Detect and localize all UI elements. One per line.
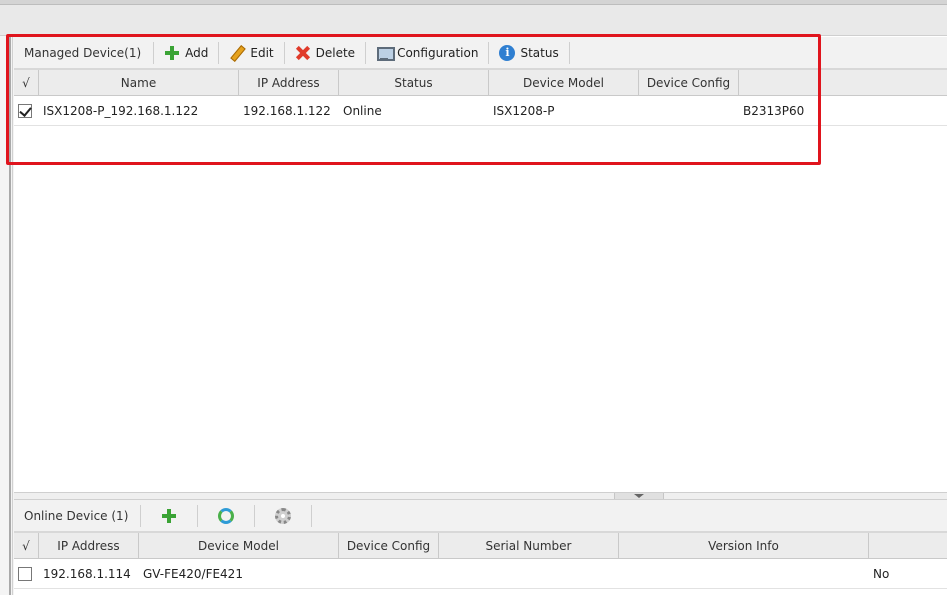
top-strip — [0, 0, 947, 5]
online-device-panel: Online Device (1) √ IP Address Device Mo… — [14, 500, 947, 595]
column-header-select[interactable]: √ — [14, 533, 39, 559]
edit-button[interactable]: Edit — [221, 41, 281, 65]
row-checkbox[interactable] — [18, 567, 32, 581]
cell-extra: B2313P60 — [743, 103, 805, 118]
managed-toolbar: Managed Device(1) Add Edit Delete Config… — [14, 37, 947, 69]
left-rail-line-inner — [12, 36, 13, 595]
column-header-device-config[interactable]: Device Config — [339, 533, 439, 559]
column-header-serial-number[interactable]: Serial Number — [439, 533, 619, 559]
column-header-select[interactable]: √ — [14, 70, 39, 96]
column-header-device-model[interactable]: Device Model — [139, 533, 339, 559]
cell-ip-address: 192.168.1.114 — [43, 566, 131, 581]
online-add-button[interactable] — [143, 504, 195, 528]
plus-icon — [164, 45, 180, 61]
cell-device-model: ISX1208-P — [493, 103, 555, 118]
cell-extra: No — [873, 566, 890, 581]
cell-version-info — [619, 559, 869, 589]
plus-icon — [161, 508, 177, 524]
configuration-button-label: Configuration — [397, 45, 479, 60]
splitter-collapse-handle[interactable] — [614, 493, 664, 499]
cell-ip-address: 192.168.1.122 — [243, 103, 331, 118]
column-header-status[interactable]: Status — [339, 70, 489, 96]
status-button[interactable]: Status — [491, 41, 566, 65]
cell-status: Online — [343, 103, 382, 118]
column-header-ip-address[interactable]: IP Address — [239, 70, 339, 96]
gear-icon — [275, 507, 292, 524]
column-header-device-model[interactable]: Device Model — [489, 70, 639, 96]
table-row[interactable]: ISX1208-P_192.168.1.122 192.168.1.122 On… — [14, 96, 947, 126]
edit-button-label: Edit — [250, 45, 274, 60]
cell-device-model: GV-FE420/FE421 — [143, 566, 243, 581]
cell-serial-number — [439, 559, 619, 589]
configuration-button[interactable]: Configuration — [368, 41, 486, 65]
info-icon — [499, 44, 516, 61]
delete-x-icon — [295, 45, 311, 61]
column-header-ip-address[interactable]: IP Address — [39, 533, 139, 559]
panel-splitter[interactable] — [14, 492, 947, 500]
toolbar-separator — [218, 41, 220, 64]
toolbar-separator — [311, 504, 313, 527]
column-header-name[interactable]: Name — [39, 70, 239, 96]
column-header-version-info[interactable]: Version Info — [619, 533, 869, 559]
row-checkbox[interactable] — [18, 104, 32, 118]
delete-button[interactable]: Delete — [287, 41, 363, 65]
managed-device-panel: Managed Device(1) Add Edit Delete Config… — [14, 37, 947, 492]
column-header-device-config[interactable]: Device Config — [639, 70, 739, 96]
toolbar-separator — [254, 504, 256, 527]
cell-name: ISX1208-P_192.168.1.122 — [43, 103, 199, 118]
left-rail-line — [9, 36, 11, 595]
left-rail — [0, 36, 14, 595]
row-select-cell — [14, 559, 39, 589]
status-button-label: Status — [520, 45, 559, 60]
pencil-icon — [229, 45, 245, 61]
refresh-icon — [218, 507, 235, 524]
delete-button-label: Delete — [315, 45, 356, 60]
toolbar-separator — [568, 41, 570, 64]
toolbar-separator — [153, 41, 155, 64]
add-button-label: Add — [185, 45, 209, 60]
table-row[interactable]: 192.168.1.114 GV-FE420/FE421 No — [14, 559, 947, 589]
toolbar-separator — [488, 41, 490, 64]
cell-device-config — [339, 559, 439, 589]
online-device-title: Online Device (1) — [24, 508, 129, 523]
toolbar-separator — [365, 41, 367, 64]
managed-device-title: Managed Device(1) — [24, 45, 142, 60]
row-select-cell — [14, 96, 39, 126]
online-toolbar: Online Device (1) — [14, 500, 947, 532]
toolbar-separator — [197, 504, 199, 527]
toolbar-separator — [283, 41, 285, 64]
cell-device-config — [639, 96, 739, 126]
add-button[interactable]: Add — [156, 41, 216, 65]
toolbar-separator — [140, 504, 142, 527]
top-bar — [0, 0, 947, 36]
online-table-header: √ IP Address Device Model Device Config … — [14, 532, 947, 559]
refresh-button[interactable] — [200, 504, 252, 528]
settings-button[interactable] — [257, 504, 309, 528]
monitor-icon — [376, 45, 396, 61]
managed-table-header: √ Name IP Address Status Device Model De… — [14, 69, 947, 96]
